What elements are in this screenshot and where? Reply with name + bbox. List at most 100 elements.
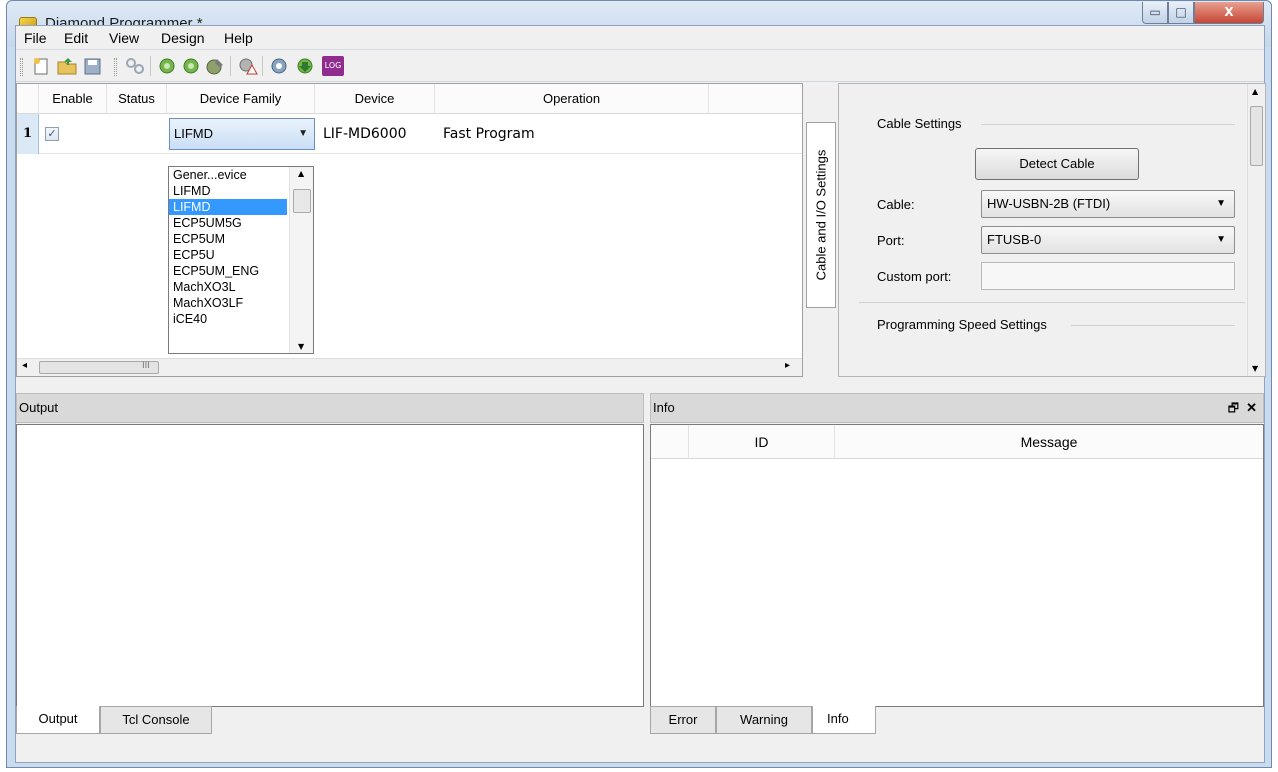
tab-tcl-console[interactable]: Tcl Console xyxy=(100,706,212,734)
horizontal-scrollbar[interactable]: ◂ III ▸ xyxy=(17,358,802,376)
cable-label: Cable: xyxy=(877,197,915,212)
settings-scroll-thumb[interactable] xyxy=(1250,106,1263,166)
close-button[interactable]: X xyxy=(1194,2,1264,24)
header-operation[interactable]: Operation xyxy=(435,84,709,114)
table-row[interactable]: 1 ✓ LIFMD ▼ LIF-MD6000 Fast Program xyxy=(17,114,802,154)
dropdown-option[interactable]: MachXO3L xyxy=(169,279,287,295)
save-icon[interactable] xyxy=(82,56,104,76)
group-divider xyxy=(1071,325,1235,326)
chevron-down-icon: ▼ xyxy=(298,128,308,139)
log-icon[interactable]: LOG xyxy=(322,56,344,76)
cable-select[interactable]: HW-USBN-2B (FTDI) ▼ xyxy=(981,190,1235,218)
header-status[interactable]: Status xyxy=(107,84,167,114)
dropdown-option[interactable]: LIFMD xyxy=(169,183,287,199)
info-header-message[interactable]: Message xyxy=(835,425,1263,459)
settings-vertical-scrollbar[interactable]: ▲ ▼ xyxy=(1247,84,1265,376)
cable-settings-group-title: Cable Settings xyxy=(877,116,962,131)
cable-select-value: HW-USBN-2B (FTDI) xyxy=(987,196,1111,211)
output-panel-header[interactable]: Output xyxy=(16,393,644,423)
edit-device-icon[interactable] xyxy=(204,56,226,76)
output-panel-body[interactable] xyxy=(16,424,644,707)
row-number[interactable]: 1 xyxy=(17,114,39,154)
menu-help[interactable]: Help xyxy=(224,30,253,46)
menu-file[interactable]: File xyxy=(24,30,47,46)
side-tab-strip: Cable and I/O Settings xyxy=(804,83,838,377)
toolbar-separator-3 xyxy=(262,56,263,76)
device-table: Enable Status Device Family Device Opera… xyxy=(16,83,803,377)
maximize-button[interactable]: □ xyxy=(1168,2,1194,24)
scroll-down-icon[interactable]: ▼ xyxy=(1252,364,1258,373)
open-folder-icon[interactable] xyxy=(56,56,78,76)
program-device-icon[interactable] xyxy=(156,56,178,76)
dropdown-option[interactable]: MachXO3LF xyxy=(169,295,287,311)
dropdown-option[interactable]: ECP5U xyxy=(169,247,287,263)
device-table-header: Enable Status Device Family Device Opera… xyxy=(17,84,802,114)
minimize-button[interactable]: ▭ xyxy=(1142,2,1168,24)
scroll-grip: III xyxy=(142,361,150,371)
operation-cell[interactable]: Fast Program xyxy=(443,114,535,154)
chevron-down-icon: ▼ xyxy=(1216,234,1226,245)
tab-output[interactable]: Output xyxy=(16,706,100,734)
new-file-icon[interactable] xyxy=(30,56,52,76)
dropdown-option[interactable]: ECP5UM5G xyxy=(169,215,287,231)
scroll-right-icon[interactable]: ▸ xyxy=(785,360,790,371)
tab-warning[interactable]: Warning xyxy=(716,706,812,734)
menu-bar: File Edit View Design Help xyxy=(16,26,1264,50)
dropdown-option[interactable]: Gener...evice xyxy=(169,167,287,183)
scroll-up-icon[interactable]: ▲ xyxy=(1252,87,1258,96)
program-all-icon[interactable] xyxy=(180,56,202,76)
chevron-down-icon: ▼ xyxy=(1216,198,1226,209)
dropdown-scroll-thumb[interactable] xyxy=(293,189,311,213)
header-enable[interactable]: Enable xyxy=(39,84,107,114)
tab-error[interactable]: Error xyxy=(650,706,716,734)
device-family-value: LIFMD xyxy=(174,126,213,141)
status-bar xyxy=(16,736,1264,762)
tab-info[interactable]: Info xyxy=(812,706,876,734)
toolbar: LOG xyxy=(16,50,1264,82)
detect-cable-button[interactable]: Detect Cable xyxy=(975,148,1139,180)
speed-settings-group-title: Programming Speed Settings xyxy=(877,317,1047,332)
dropdown-scrollbar[interactable]: ▲ ▼ xyxy=(289,167,313,353)
device-cell[interactable]: LIF-MD6000 xyxy=(323,114,407,154)
error-check-icon[interactable] xyxy=(236,56,258,76)
header-device[interactable]: Device xyxy=(315,84,435,114)
dropdown-option-selected[interactable]: LIFMD xyxy=(169,199,287,215)
toolbar-grip[interactable] xyxy=(20,58,23,76)
dropdown-option[interactable]: iCE40 xyxy=(169,311,287,327)
info-header-corner xyxy=(651,425,689,459)
toolbar-separator xyxy=(150,56,151,76)
info-table-header: ID Message xyxy=(651,425,1263,459)
device-properties-icon[interactable] xyxy=(268,56,290,76)
custom-port-input[interactable] xyxy=(981,262,1235,290)
side-tab-label: Cable and I/O Settings xyxy=(813,149,829,281)
dropdown-option[interactable]: ECP5UM_ENG xyxy=(169,263,287,279)
group-divider xyxy=(859,302,1245,303)
menu-view[interactable]: View xyxy=(109,30,139,46)
port-select[interactable]: FTUSB-0 ▼ xyxy=(981,226,1235,254)
info-header-id[interactable]: ID xyxy=(689,425,835,459)
cable-settings-pane: Cable Settings Detect Cable Cable: HW-US… xyxy=(838,83,1266,377)
menu-edit[interactable]: Edit xyxy=(64,30,88,46)
scroll-down-icon[interactable]: ▼ xyxy=(298,342,304,351)
float-icon[interactable]: 🗗 xyxy=(1228,394,1239,422)
toolbar-grip-2[interactable] xyxy=(114,58,117,76)
device-family-dropdown[interactable]: Gener...evice LIFMD LIFMD ECP5UM5G ECP5U… xyxy=(168,166,314,354)
scroll-left-icon[interactable]: ◂ xyxy=(22,360,27,371)
client-area: File Edit View Design Help LOG Enable St… xyxy=(15,25,1266,763)
menu-design[interactable]: Design xyxy=(161,30,205,46)
close-icon[interactable]: ✕ xyxy=(1246,394,1257,422)
tab-cable-io-settings[interactable]: Cable and I/O Settings xyxy=(806,122,836,308)
device-family-combo[interactable]: LIFMD ▼ xyxy=(169,118,315,150)
group-divider xyxy=(981,124,1235,125)
dropdown-option[interactable]: ECP5UM xyxy=(169,231,287,247)
scan-chain-icon[interactable] xyxy=(124,56,146,76)
header-device-family[interactable]: Device Family xyxy=(167,84,315,114)
scroll-up-icon[interactable]: ▲ xyxy=(298,169,304,178)
enable-checkbox[interactable]: ✓ xyxy=(45,127,59,141)
info-panel-body[interactable]: ID Message xyxy=(650,424,1264,707)
info-panel-header[interactable]: Info 🗗 ✕ xyxy=(650,393,1264,423)
download-icon[interactable] xyxy=(294,56,316,76)
scroll-thumb[interactable]: III xyxy=(39,361,159,374)
app-window: Diamond Programmer * ▭ □ X File Edit Vie… xyxy=(6,0,1272,768)
port-select-value: FTUSB-0 xyxy=(987,232,1042,247)
